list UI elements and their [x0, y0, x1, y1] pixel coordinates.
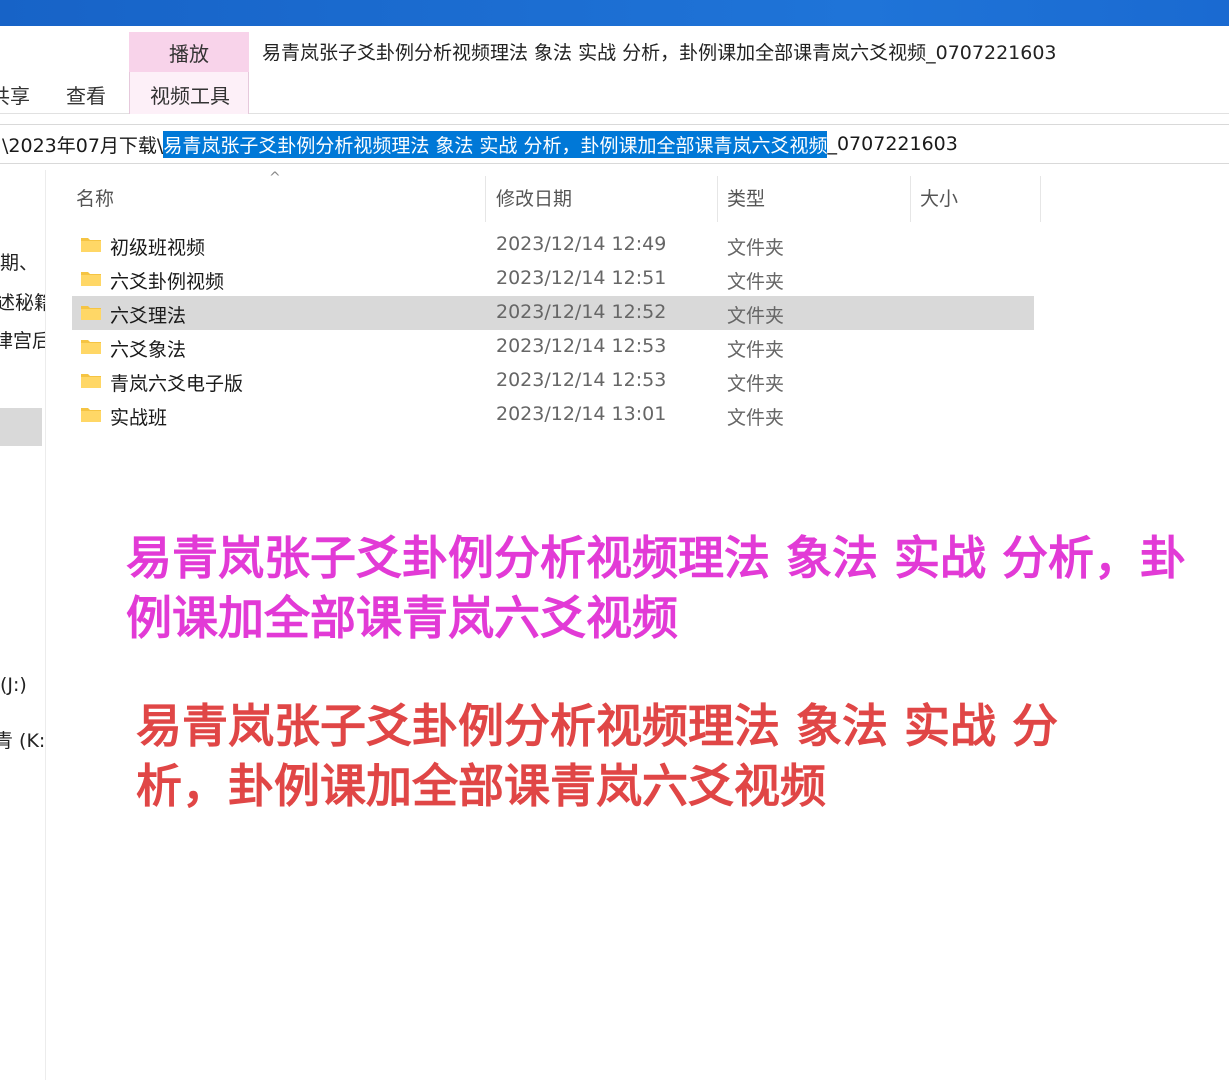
file-list: 初级班视频 2023/12/14 12:49 文件夹 六爻卦例视频 2023/1… — [72, 228, 1034, 432]
nav-item-2[interactable]: 述秘籍 — [0, 288, 45, 315]
address-path-prefix: \2023年07月下载\ — [2, 134, 164, 157]
ribbon: 播放 易青岚张子爻卦例分析视频理法 象法 实战 分析，卦例课加全部课青岚六爻视频… — [0, 26, 1229, 114]
nav-drive-j[interactable]: (J:) — [0, 674, 27, 696]
tab-view[interactable]: 查看 — [66, 80, 106, 109]
file-name: 六爻理法 — [110, 305, 187, 327]
window-title: 易青岚张子爻卦例分析视频理法 象法 实战 分析，卦例课加全部课青岚六爻视频_07… — [262, 42, 1057, 64]
tab-share[interactable]: 共享 — [0, 80, 30, 109]
column-header-size[interactable]: 大小 — [920, 184, 958, 211]
column-separator[interactable] — [485, 176, 486, 222]
file-type: 文件夹 — [727, 373, 785, 395]
context-header-play: 播放 — [129, 32, 249, 72]
file-modified: 2023/12/14 12:52 — [496, 301, 667, 323]
overlay-caption-red: 易青岚张子爻卦例分析视频理法 象法 实战 分析，卦例课加全部课青岚六爻视频 — [136, 699, 1059, 813]
file-type: 文件夹 — [727, 339, 785, 361]
nav-item-3[interactable]: 律宫后 — [0, 326, 45, 353]
nav-drive-k[interactable]: 青 (K:) — [0, 726, 45, 753]
file-row[interactable]: 六爻卦例视频 2023/12/14 12:51 文件夹 — [72, 262, 1034, 296]
file-name: 六爻象法 — [110, 339, 187, 361]
folder-icon — [81, 272, 101, 286]
column-header-type[interactable]: 类型 — [727, 184, 765, 211]
file-row-selected[interactable]: 六爻理法 2023/12/14 12:52 文件夹 — [72, 296, 1034, 330]
file-name: 青岚六爻电子版 — [110, 373, 244, 395]
navigation-pane: 期、 述秘籍 律宫后 (J:) 青 (K:) — [0, 170, 46, 1080]
address-path-selected: 易青岚张子爻卦例分析视频理法 象法 实战 分析，卦例课加全部课青岚六爻视频 — [163, 130, 828, 158]
folder-icon — [81, 306, 101, 320]
folder-icon — [81, 340, 101, 354]
address-bar[interactable]: \2023年07月下载\ 易青岚张子爻卦例分析视频理法 象法 实战 分析，卦例课加… — [0, 124, 1229, 164]
file-modified: 2023/12/14 12:49 — [496, 233, 667, 255]
folder-icon — [81, 374, 101, 388]
file-modified: 2023/12/14 12:51 — [496, 267, 667, 289]
column-separator[interactable] — [1040, 176, 1041, 222]
column-header-name[interactable]: 名称 — [76, 184, 114, 211]
file-row[interactable]: 青岚六爻电子版 2023/12/14 12:53 文件夹 — [72, 364, 1034, 398]
column-header-modified[interactable]: 修改日期 — [496, 184, 572, 211]
column-separator[interactable] — [717, 176, 718, 222]
nav-item-1[interactable]: 期、 — [0, 248, 38, 275]
file-type: 文件夹 — [727, 271, 785, 293]
file-modified: 2023/12/14 12:53 — [496, 369, 667, 391]
window-titlebar — [0, 0, 1229, 26]
file-row[interactable]: 实战班 2023/12/14 13:01 文件夹 — [72, 398, 1034, 432]
file-name: 实战班 — [110, 407, 168, 429]
file-name: 六爻卦例视频 — [110, 271, 225, 293]
file-type: 文件夹 — [727, 237, 785, 259]
column-headers: ^ 名称 修改日期 类型 大小 — [72, 170, 1042, 224]
file-modified: 2023/12/14 13:01 — [496, 403, 667, 425]
file-type: 文件夹 — [727, 407, 785, 429]
column-separator[interactable] — [910, 176, 911, 222]
folder-icon — [81, 408, 101, 422]
folder-icon — [81, 238, 101, 252]
file-type: 文件夹 — [727, 305, 785, 327]
file-name: 初级班视频 — [110, 237, 206, 259]
nav-item-selected[interactable] — [0, 408, 42, 446]
file-row[interactable]: 初级班视频 2023/12/14 12:49 文件夹 — [72, 228, 1034, 262]
sort-ascending-icon: ^ — [269, 170, 281, 186]
file-row[interactable]: 六爻象法 2023/12/14 12:53 文件夹 — [72, 330, 1034, 364]
file-modified: 2023/12/14 12:53 — [496, 335, 667, 357]
overlay-caption-magenta: 易青岚张子爻卦例分析视频理法 象法 实战 分析，卦例课加全部课青岚六爻视频 — [126, 531, 1187, 645]
address-path-suffix: _0707221603 — [827, 133, 958, 155]
tab-video-tools[interactable]: 视频工具 — [150, 80, 230, 109]
